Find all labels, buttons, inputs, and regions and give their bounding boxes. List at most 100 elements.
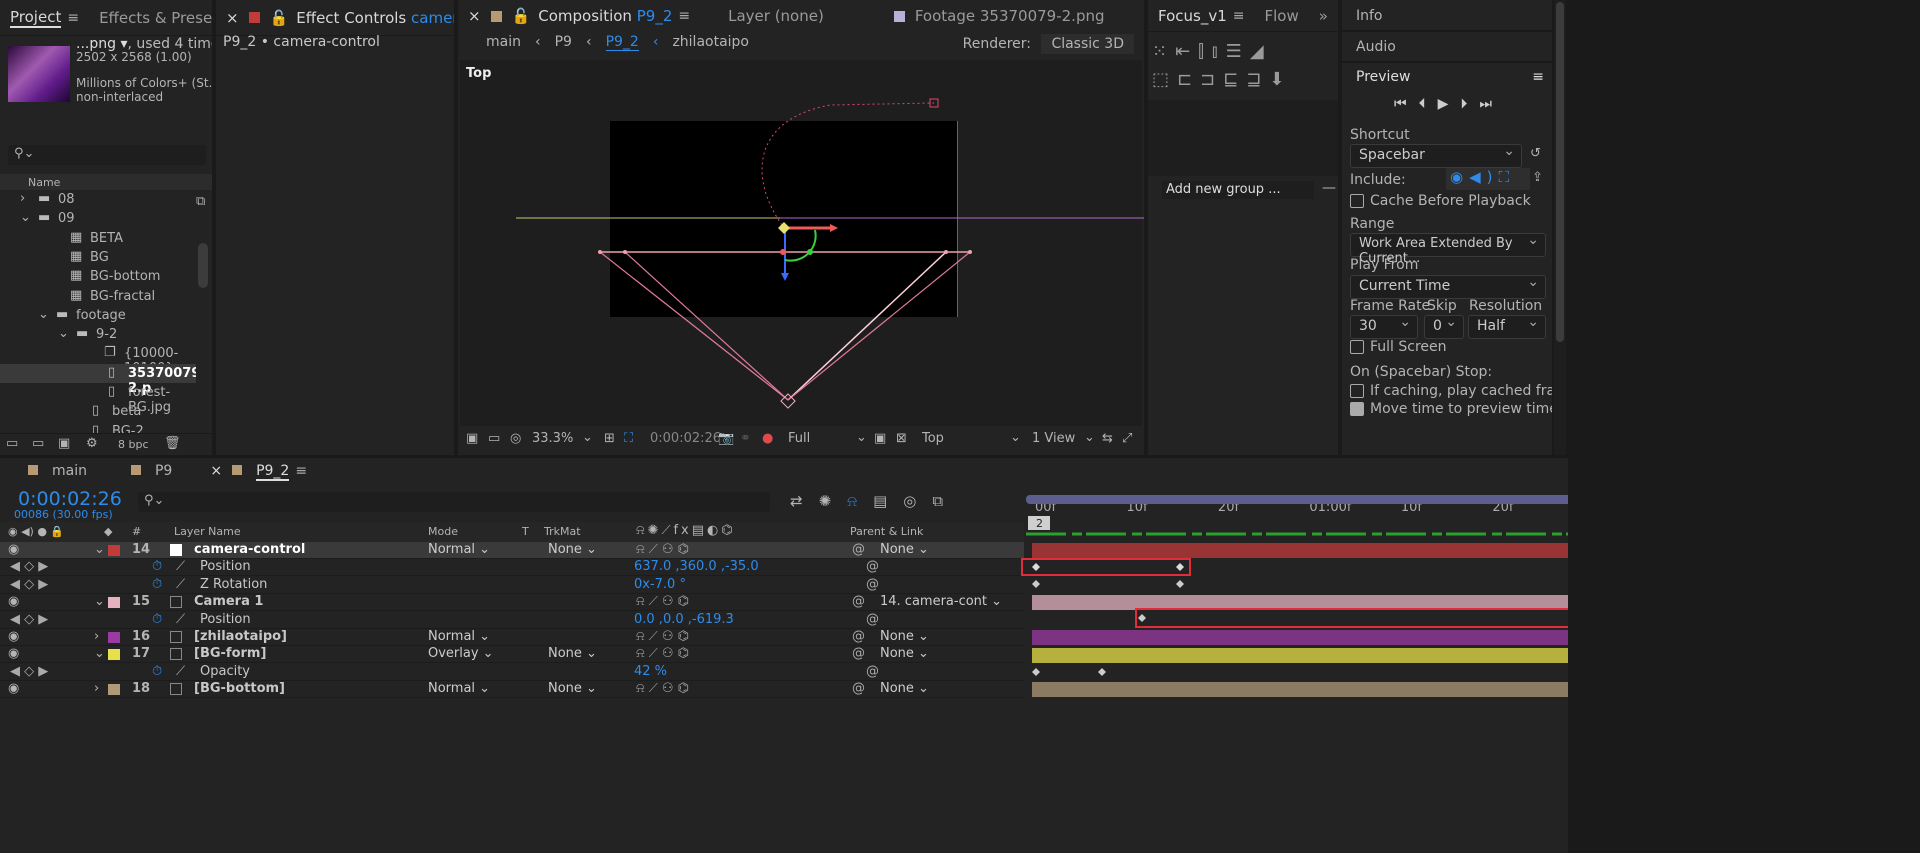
graph-icon[interactable]: ⟋ (176, 664, 185, 679)
minus-icon[interactable]: — (1322, 180, 1336, 196)
visibility-eye-icon[interactable]: ◉ (8, 681, 19, 696)
viewport[interactable]: Top (460, 60, 1144, 426)
property-row[interactable]: ◀ ◇ ▶ ⏱ ⟋ Position 637.0 ,360.0 ,-35.0 @ (0, 559, 1024, 577)
col-t[interactable]: T (522, 525, 529, 538)
disclosure-icon[interactable]: ⌄ (58, 326, 69, 341)
distribute-icon[interactable]: ⬚⊏⊐⊑⊒⬇ (1152, 69, 1292, 90)
grid-icon[interactable]: ⊞ (604, 431, 615, 446)
layer-switches[interactable]: ⍾ ⟋ ⚇ ⌬ (636, 681, 689, 696)
project-item[interactable]: ▯35370079-2.p (0, 363, 196, 396)
project-item[interactable]: ▯ forest-BG.jpg (0, 383, 196, 415)
audio-header[interactable]: Audio (1342, 32, 1552, 63)
zoom-dropdown[interactable]: 33.3% (532, 431, 573, 446)
project-item[interactable]: ❐{10000-10100} (0, 344, 196, 376)
visibility-eye-icon[interactable]: ◉ (8, 594, 19, 609)
settings-icon[interactable]: ⚙ (86, 436, 98, 451)
col-trkmat[interactable]: TrkMat (544, 525, 581, 538)
layer-switches[interactable]: ⍾ ⟋ ⚇ ⌬ (636, 646, 689, 661)
disclosure-icon[interactable]: ⌄ (94, 542, 105, 557)
new-folder-icon[interactable]: ▭ (32, 436, 44, 451)
expression-pickwhip-icon[interactable]: @ (866, 577, 879, 592)
crumb-p9-2[interactable]: P9_2 (605, 34, 639, 51)
label-color-icon[interactable] (108, 632, 120, 643)
label-color-icon[interactable] (108, 545, 120, 556)
blend-mode-dropdown[interactable]: Normal ⌄ (428, 681, 510, 696)
layer-name[interactable]: [zhilaotaipo] (194, 629, 287, 644)
layer-name[interactable]: [BG-bottom] (194, 681, 285, 696)
overlay-icon[interactable]: ⛶ (1498, 168, 1515, 186)
expression-pickwhip-icon[interactable]: @ (866, 664, 879, 679)
range-dropdown[interactable]: Work Area Extended By Current... (1350, 232, 1546, 266)
quality-dropdown[interactable]: Full (788, 431, 810, 446)
pickwhip-icon[interactable]: @ (852, 594, 865, 609)
property-value[interactable]: 42 % (634, 664, 667, 679)
layer-switches[interactable]: ⍾ ⟋ ⚇ ⌬ (636, 629, 689, 644)
preview-header[interactable]: Preview ≡ (1342, 63, 1552, 93)
chevron-down-icon[interactable]: ⌄ (856, 430, 867, 445)
col-name[interactable]: Layer Name (174, 525, 241, 538)
layer-name[interactable]: [BG-form] (194, 646, 266, 661)
disclosure-icon[interactable]: ⌄ (38, 307, 49, 322)
motion-blur-icon[interactable]: ◎ (903, 492, 932, 510)
property-value[interactable]: 0x-7.0 ° (634, 577, 686, 592)
project-item[interactable]: › ▬ 08 (0, 190, 196, 209)
pickwhip-icon[interactable]: @ (852, 681, 865, 696)
project-item[interactable]: ▦ BETA (0, 229, 196, 248)
chevron-down-icon[interactable]: ⌄ (1084, 430, 1095, 445)
project-item[interactable]: ▦ BG-fractal (0, 287, 196, 306)
menu-icon[interactable]: ≡ (678, 8, 690, 24)
visibility-eye-icon[interactable]: ◉ (8, 542, 19, 557)
toggle-icon[interactable]: ⇆ (1102, 431, 1113, 446)
layer-row[interactable]: ◉ ⌄ 14 camera-control Normal ⌄ None ⌄ ⍾ ⟋ ⚇ ⌬ @… (0, 542, 1024, 559)
layer-switches[interactable]: ⍾ ⟋ ⚇ ⌬ (636, 594, 689, 609)
audio-icon[interactable]: ◀) (1469, 168, 1498, 186)
chevron-down-icon[interactable]: ⌄ (1010, 430, 1021, 445)
resolution-dropdown[interactable]: Half (1468, 314, 1546, 339)
video-eye-icon[interactable]: ◉ (1450, 168, 1469, 186)
disclosure-icon[interactable]: › (94, 629, 99, 644)
region-icon[interactable]: ⛶ (624, 431, 633, 446)
fast-preview-icon[interactable]: ⤢ (1122, 431, 1132, 446)
keyframe-nav-icon[interactable]: ◀ ◇ ▶ (10, 577, 48, 592)
align-icon[interactable]: ⁙⇤⫿⫾☰◢ (1152, 41, 1272, 62)
blend-mode-dropdown[interactable]: Normal ⌄ (428, 629, 510, 644)
disclosure-icon[interactable]: ⌄ (94, 594, 105, 609)
reset-icon[interactable]: ↺ (1530, 146, 1541, 161)
tab-composition[interactable]: × 🔓 Composition P9_2 ≡ (458, 0, 700, 32)
stopwatch-icon[interactable]: ⏱ (152, 559, 162, 574)
pickwhip-icon[interactable]: @ (852, 542, 865, 557)
layer-row[interactable]: ◉ ⌄ 15 Camera 1 ⍾ ⟋ ⚇ ⌬ @14. camera-cont ⌄ (0, 594, 1024, 612)
play-icon[interactable]: ▶ (1438, 96, 1461, 112)
disclosure-icon[interactable]: › (94, 681, 99, 696)
tab-effects-presets[interactable]: Effects & Preset (89, 0, 212, 35)
last-frame-icon[interactable]: ⏭ (1479, 96, 1504, 112)
lock-icon[interactable]: 🔓 (512, 7, 531, 25)
project-search[interactable]: ⚲⌄ (8, 145, 206, 165)
menu-icon[interactable]: ≡ (295, 463, 307, 479)
crumb-main[interactable]: main (486, 34, 521, 51)
timeline-timecode[interactable]: 0:00:02:26 (18, 488, 122, 510)
col-parent[interactable]: Parent & Link (850, 525, 923, 538)
layer-row[interactable]: ◉ › 18 [BG-bottom] Normal ⌄ None ⌄ ⍾ ⟋ ⚇ ⌬ @ Non… (0, 681, 1024, 699)
frame-blend-icon[interactable]: ▤ (873, 492, 903, 510)
project-scrollbar[interactable] (198, 243, 208, 288)
disclosure-icon[interactable]: › (20, 191, 25, 206)
crumb-zhilaotaipo[interactable]: zhilaotaipo (672, 34, 749, 51)
graph-icon[interactable]: ⟋ (176, 612, 185, 627)
skip-dropdown[interactable]: 0 (1424, 314, 1464, 339)
label-color-icon[interactable] (108, 649, 120, 661)
stopwatch-icon[interactable]: ⏱ (152, 664, 162, 679)
expression-pickwhip-icon[interactable]: @ (866, 559, 879, 574)
menu-icon[interactable]: ≡ (1233, 8, 1245, 24)
pickwhip-icon[interactable]: @ (852, 629, 865, 644)
project-item[interactable]: ▦ BG-bottom (0, 267, 196, 286)
stopwatch-icon[interactable]: ⏱ (152, 577, 162, 592)
blend-mode-dropdown[interactable]: Overlay ⌄ (428, 646, 510, 661)
monitor-icon[interactable]: ▭ (488, 431, 500, 446)
view-dropdown[interactable]: Top (922, 431, 944, 446)
parent-dropdown[interactable]: None ⌄ (880, 629, 929, 644)
cache-before-checkbox[interactable]: Cache Before Playback (1350, 193, 1531, 209)
expression-pickwhip-icon[interactable]: @ (866, 612, 879, 627)
trkmat-dropdown[interactable]: None ⌄ (548, 542, 597, 557)
project-item[interactable]: ⌄ ▬ 9-2 (0, 325, 196, 344)
